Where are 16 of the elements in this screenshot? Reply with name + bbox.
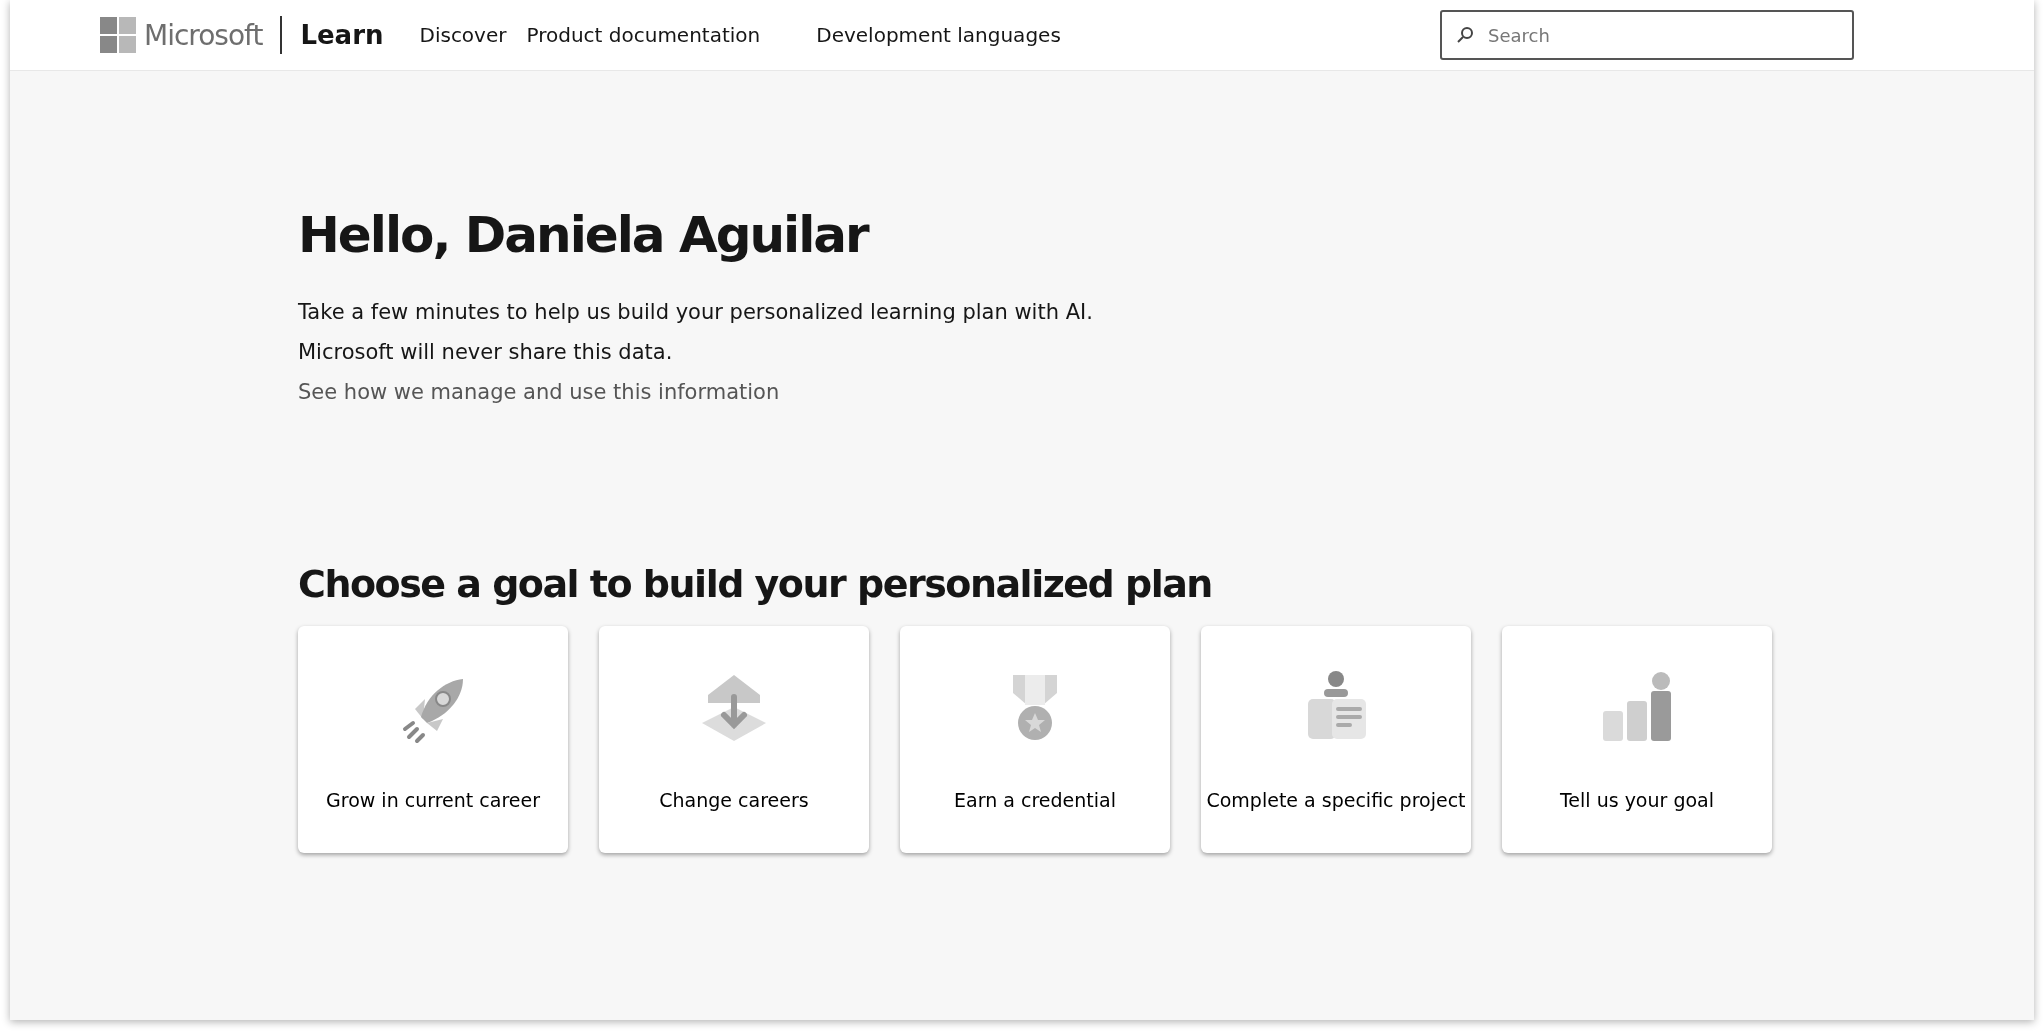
nav-link[interactable]: Discover (419, 23, 507, 47)
goal-card[interactable]: Change careers (599, 626, 869, 853)
product-name[interactable]: Learn (300, 20, 384, 50)
goal-card[interactable]: Grow in current career (298, 626, 568, 853)
nav-link[interactable]: Development languages (816, 23, 1061, 47)
greeting-heading: Hello, Daniela Aguilar (298, 206, 870, 264)
logo-icon (100, 17, 136, 53)
nav-link[interactable]: Product documentation (526, 23, 761, 47)
privacy-link[interactable]: See how we manage and use this information (298, 380, 780, 404)
goal-card[interactable]: Tell us your goal (1502, 626, 1772, 853)
goal-card[interactable]: Earn a credential (900, 626, 1170, 853)
search-field[interactable]: Search (1440, 10, 1854, 60)
brand-name[interactable]: Microsoft (144, 18, 263, 52)
goal-heading: Choose a goal to build your personalized plan (298, 562, 1213, 606)
goal-card[interactable]: Complete a specific project (1201, 626, 1471, 853)
intro-paragraph: Take a few minutes to help us build your personalized learning plan with AI. Microsoft will never share this data. See how we manage and use this information (298, 299, 1094, 406)
